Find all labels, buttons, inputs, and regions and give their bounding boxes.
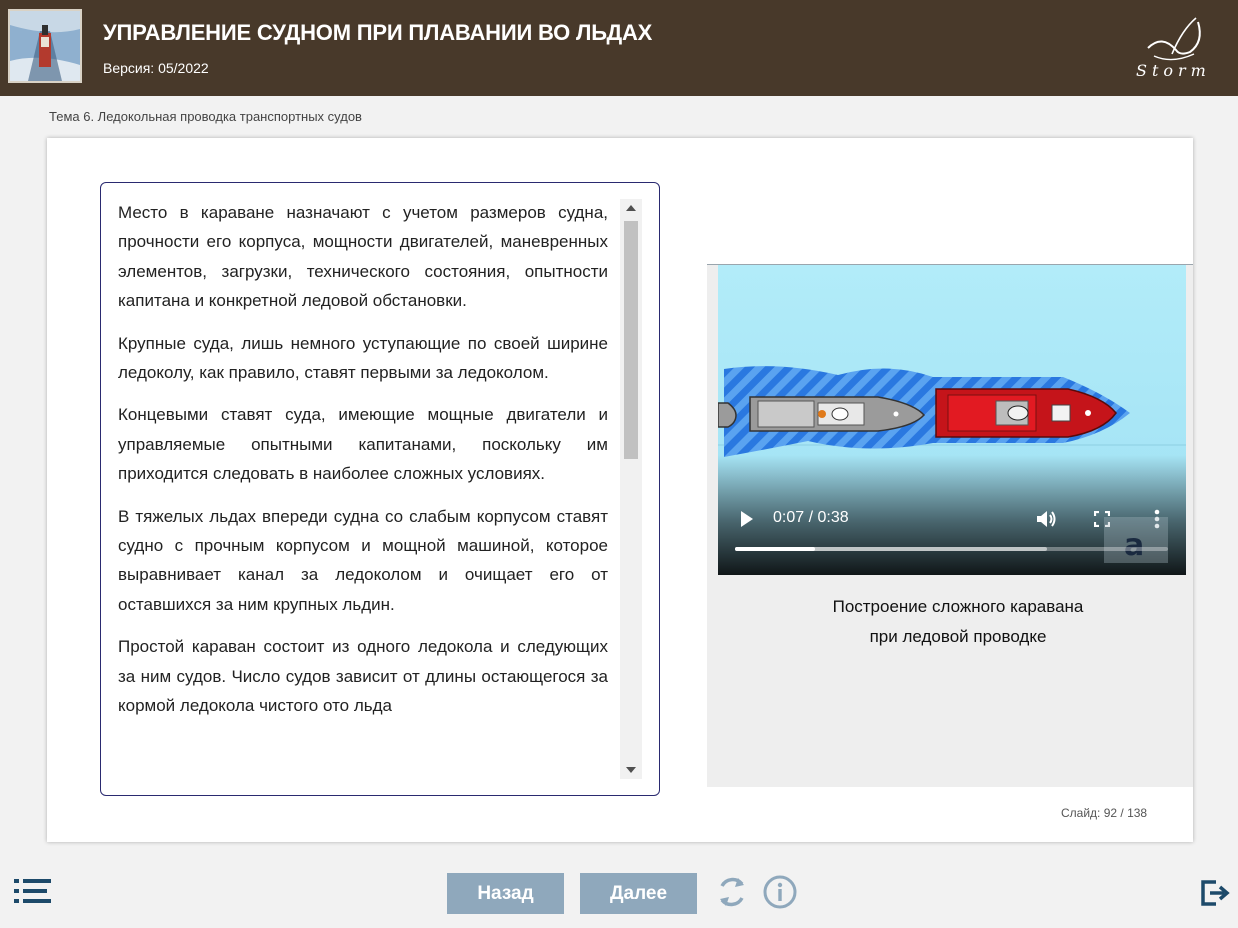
course-thumbnail-image [8,9,82,83]
volume-icon[interactable] [1036,509,1058,529]
paragraph-3: Концевыми ставят суда, имеющие мощные дв… [118,405,608,484]
video-caption-line-1: Построение сложного каравана [832,597,1084,616]
storm-logo-text: Storm [1136,61,1211,80]
storm-logo: Storm [1132,12,1218,84]
paragraph-1: Место в караване назначают с учетом разм… [118,203,608,311]
video-time: 0:07 / 0:38 [773,509,849,526]
video-caption-line-2: при ледовой проводке [869,627,1047,646]
text-content: Место в караване назначают с учетом разм… [118,198,608,786]
play-icon[interactable] [740,511,754,527]
course-version: Версия: 05/2022 [103,60,209,76]
course-title: УПРАВЛЕНИЕ СУДНОМ ПРИ ПЛАВАНИИ ВО ЛЬДАХ [103,20,653,45]
video-progress-fill [735,547,815,551]
slide-card: Место в караване назначают с учетом разм… [47,138,1193,842]
paragraph-5: Простой караван состоит из одного ледоко… [118,637,608,716]
slide-counter: Слайд: 92 / 138 [1061,806,1148,820]
back-button[interactable]: Назад [447,873,564,914]
video-progress-bar[interactable] [735,547,1168,551]
video-watermark: a [1104,517,1168,563]
reload-icon[interactable] [714,874,750,910]
breadcrumb: Тема 6. Ледокольная проводка транспортны… [49,109,362,124]
exit-icon[interactable] [1200,878,1230,908]
video-player[interactable]: 0:07 / 0:38 a [718,265,1186,575]
scroll-up-arrow-icon[interactable] [620,199,642,217]
media-panel: 0:07 / 0:38 a Построение сложного карава… [707,138,1193,787]
text-scrollbar[interactable] [620,199,642,779]
scroll-thumb[interactable] [624,221,638,459]
scroll-down-arrow-icon[interactable] [620,761,642,779]
info-icon[interactable] [762,874,798,910]
header-bar: УПРАВЛЕНИЕ СУДНОМ ПРИ ПЛАВАНИИ ВО ЛЬДАХ … [0,0,1238,96]
text-panel[interactable]: Место в караване назначают с учетом разм… [100,182,660,796]
video-watermark-letter: a [1124,528,1144,563]
menu-list-icon[interactable] [14,878,52,904]
paragraph-2: Крупные суда, лишь немного уступающие по… [118,333,608,383]
video-caption: Построение сложного каравана при ледовой… [707,592,1209,652]
media-panel-top [707,138,1193,265]
next-button[interactable]: Далее [580,873,697,914]
paragraph-4: В тяжелых льдах впереди судна со слабым … [118,506,608,614]
